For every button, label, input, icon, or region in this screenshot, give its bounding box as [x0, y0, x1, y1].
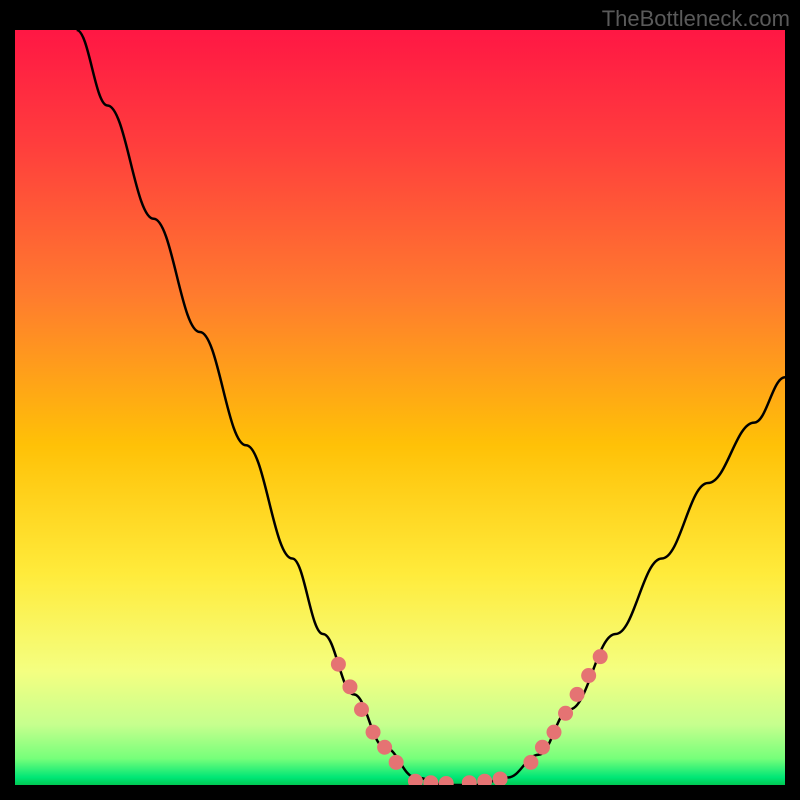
data-point	[547, 725, 562, 740]
data-point	[366, 725, 381, 740]
data-point	[342, 679, 357, 694]
data-point	[535, 740, 550, 755]
data-point	[570, 687, 585, 702]
data-point	[377, 740, 392, 755]
data-point	[558, 706, 573, 721]
gradient-background	[15, 30, 785, 785]
data-point	[581, 668, 596, 683]
data-point	[389, 755, 404, 770]
data-point	[523, 755, 538, 770]
watermark-text: TheBottleneck.com	[602, 6, 790, 32]
data-point	[593, 649, 608, 664]
chart-container	[15, 30, 785, 785]
data-point	[354, 702, 369, 717]
bottleneck-curve-chart	[15, 30, 785, 785]
data-point	[331, 657, 346, 672]
